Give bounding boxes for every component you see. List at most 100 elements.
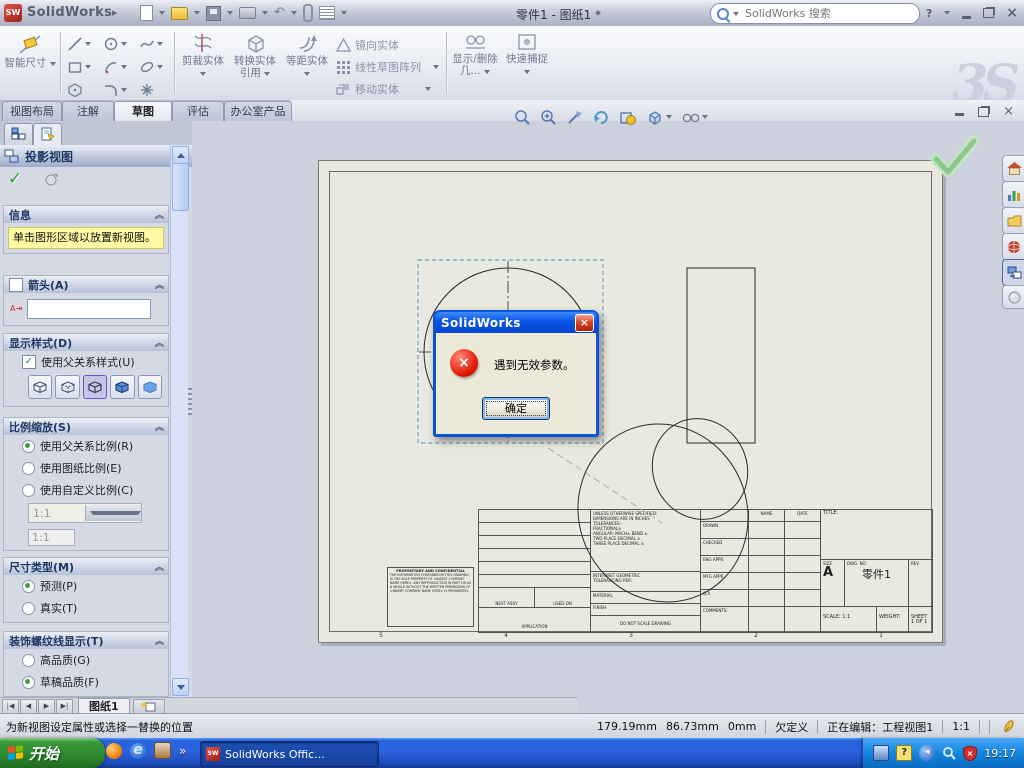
display-style-button[interactable]: [681, 110, 708, 125]
smart-dimension-dropdown-icon[interactable]: [49, 62, 56, 66]
hidden-lines-visible-style-button[interactable]: [55, 375, 80, 399]
draft-quality-radio[interactable]: [22, 675, 35, 689]
sheet-tab[interactable]: 图纸1: [78, 698, 130, 714]
fillet-dropdown-icon[interactable]: [121, 87, 127, 92]
file-explorer-button[interactable]: [1002, 207, 1024, 234]
new-dropdown-icon[interactable]: [159, 11, 165, 15]
quick-snaps-button[interactable]: 快速捕捉: [504, 30, 550, 96]
collapse-icon[interactable]: ︽: [155, 208, 164, 221]
ok-button[interactable]: 确定: [482, 397, 550, 420]
collapse-icon[interactable]: ︽: [155, 336, 164, 349]
polygon-tool-button[interactable]: [64, 78, 101, 101]
doc-close-icon[interactable]: ×: [1003, 104, 1014, 119]
scale-section-header[interactable]: 比例缩放(S) ︽: [4, 418, 168, 435]
scale-dropdown-arrow-icon[interactable]: [84, 505, 141, 521]
tab-office-products[interactable]: 办公室产品: [224, 101, 292, 121]
confirmation-corner-check[interactable]: [928, 135, 982, 179]
panel-scrollbar[interactable]: [170, 145, 189, 697]
next-sheet-button[interactable]: ▶: [38, 698, 55, 714]
wireframe-style-button[interactable]: [28, 375, 53, 399]
spline-dropdown-icon[interactable]: [157, 41, 163, 46]
select-icon[interactable]: [302, 4, 313, 22]
view-orientation-button[interactable]: [646, 109, 672, 126]
internet-explorer-icon[interactable]: e: [130, 742, 146, 759]
true-dim-radio[interactable]: [22, 601, 35, 615]
dimension-type-header[interactable]: 尺寸类型(M) ︽: [4, 558, 168, 575]
ellipse-dropdown-icon[interactable]: [157, 64, 163, 69]
scrollbar-thumb[interactable]: [172, 163, 189, 211]
mirror-entities-button[interactable]: 镜向实体: [336, 34, 399, 56]
arrow-checkbox[interactable]: [9, 277, 23, 292]
options-dropdown-icon[interactable]: [340, 11, 347, 15]
tab-view-layout[interactable]: 视图布局: [2, 101, 62, 121]
quick-launch-overflow-icon[interactable]: »: [179, 744, 186, 758]
add-sheet-button[interactable]: [132, 698, 165, 714]
restore-icon[interactable]: [983, 8, 995, 18]
linear-pattern-button[interactable]: 线性草图阵列: [336, 56, 439, 78]
circle-tool-button[interactable]: [100, 32, 137, 55]
redraw-button[interactable]: [592, 109, 610, 126]
3d-drawing-view-button[interactable]: [619, 109, 637, 126]
convert-dropdown-icon[interactable]: [264, 72, 271, 76]
tab-sketch[interactable]: 草图: [114, 101, 172, 121]
appearances-button[interactable]: [1002, 285, 1024, 309]
point-tool-button[interactable]: [136, 78, 173, 101]
move-entities-button[interactable]: 移动实体: [336, 78, 431, 100]
taskbar-task-button[interactable]: SW SolidWorks Offic...: [200, 741, 379, 767]
search-results-button[interactable]: [1002, 233, 1024, 260]
offset-dropdown-icon[interactable]: [304, 72, 310, 76]
quick-snaps-dropdown-icon[interactable]: [524, 70, 530, 74]
scale-input[interactable]: 1:1: [28, 529, 75, 546]
print-dropdown-icon[interactable]: [262, 11, 268, 15]
display-style-dropdown-icon[interactable]: [702, 115, 708, 119]
shaded-with-edges-style-button[interactable]: [110, 375, 135, 399]
clock[interactable]: 19:17: [984, 747, 1016, 760]
convert-entities-button[interactable]: 转换实体引用: [230, 30, 280, 96]
ellipse-tool-button[interactable]: [136, 55, 173, 78]
smart-dimension-button[interactable]: 智能尺寸: [4, 30, 56, 96]
tray-window-icon[interactable]: [873, 745, 890, 761]
scroll-up-button[interactable]: [172, 146, 189, 164]
tab-evaluate[interactable]: 评估: [172, 101, 224, 121]
use-parent-style-checkbox[interactable]: ✓: [22, 355, 36, 369]
menu-expand-icon[interactable]: ▸: [112, 6, 118, 19]
arrow-section-header[interactable]: 箭头(A) ︽: [4, 276, 168, 293]
doc-restore-icon[interactable]: [978, 106, 990, 117]
offset-entities-button[interactable]: 等距实体: [284, 30, 330, 96]
tray-help-icon[interactable]: ?: [896, 745, 913, 761]
high-quality-radio[interactable]: [22, 653, 35, 667]
display-delete-dropdown-icon[interactable]: [483, 70, 490, 74]
line-dropdown-icon[interactable]: [85, 41, 91, 46]
help-dropdown-icon[interactable]: [944, 11, 951, 15]
new-document-icon[interactable]: [140, 5, 153, 21]
thread-display-header[interactable]: 装饰螺纹线显示(T) ︽: [4, 632, 168, 649]
arc-dropdown-icon[interactable]: [121, 64, 127, 69]
quick-launch-app-icon[interactable]: [154, 742, 171, 759]
title-bar[interactable]: SW SolidWorks ▸ ↶ 零件1 - 图纸1 * ? ×: [0, 0, 1024, 27]
firefox-icon[interactable]: [106, 742, 122, 759]
tab-annotation[interactable]: 注解: [62, 101, 114, 121]
options-icon[interactable]: [318, 6, 335, 20]
zoom-to-fit-button[interactable]: [514, 109, 531, 126]
view-orientation-dropdown-icon[interactable]: [666, 115, 672, 119]
help-icon[interactable]: ?: [926, 7, 932, 20]
sw-resources-button[interactable]: [1002, 155, 1024, 182]
open-icon[interactable]: [171, 6, 188, 20]
prev-sheet-button[interactable]: ◀: [20, 698, 37, 714]
shaded-style-button[interactable]: [137, 375, 163, 399]
graphics-area[interactable]: NEXT ASSY USED ON APPLICATION UNLESS OTH…: [192, 121, 1024, 713]
last-sheet-button[interactable]: ▶|: [56, 698, 73, 714]
search-input[interactable]: [743, 6, 913, 21]
use-custom-scale-radio[interactable]: [22, 483, 35, 497]
print-icon[interactable]: [239, 7, 256, 19]
scale-dropdown[interactable]: 1:1: [28, 503, 142, 523]
search-dropdown-icon[interactable]: [733, 11, 739, 16]
search-box[interactable]: [710, 3, 920, 24]
collapse-icon[interactable]: ︽: [155, 278, 164, 291]
previous-view-button[interactable]: [566, 109, 583, 126]
circle-dropdown-icon[interactable]: [121, 41, 127, 46]
move-dropdown-icon[interactable]: [425, 87, 431, 91]
arrow-label-input[interactable]: [27, 299, 152, 319]
save-dropdown-icon[interactable]: [227, 11, 233, 15]
scroll-down-button[interactable]: [172, 678, 189, 696]
